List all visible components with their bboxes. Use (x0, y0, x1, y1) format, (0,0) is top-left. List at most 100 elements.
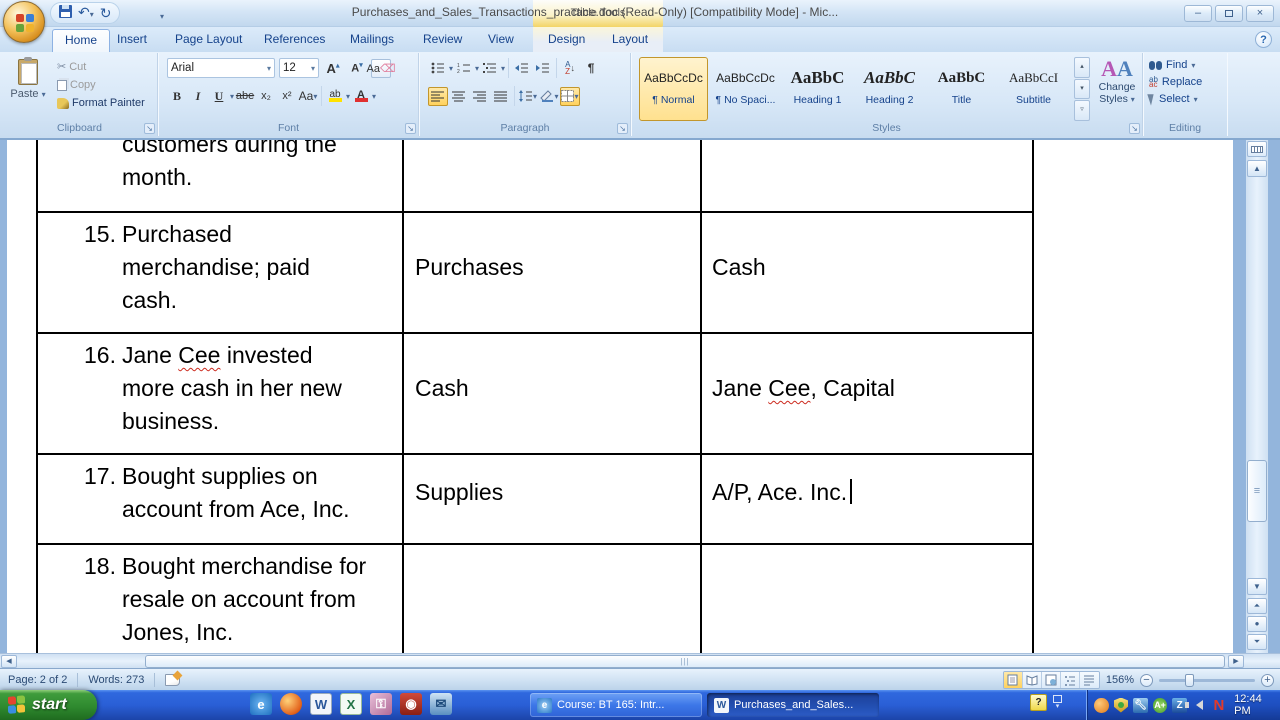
zoom-level[interactable]: 156% (1106, 674, 1134, 686)
italic-button[interactable]: I (188, 87, 208, 106)
taskbar-button-browser[interactable]: e Course: BT 165: Intr... (530, 693, 702, 717)
multilevel-dropdown-icon[interactable]: ▾ (501, 64, 505, 73)
paragraph-dialog-launcher[interactable]: ↘ (617, 123, 628, 134)
security-shield-icon[interactable] (1113, 697, 1129, 713)
borders-button[interactable]: ▾ (560, 86, 580, 106)
keychain-icon[interactable]: ⚿ (370, 693, 392, 715)
scroll-up-button[interactable]: ▲ (1247, 160, 1267, 177)
style-normal[interactable]: AaBbCcDc ¶ Normal (639, 57, 708, 121)
update-tray-icon[interactable] (1094, 697, 1109, 713)
clipboard-dialog-launcher[interactable]: ↘ (144, 123, 155, 134)
fullscreen-reading-view-button[interactable] (1022, 672, 1042, 688)
find-button[interactable]: Find ▾ (1149, 59, 1202, 71)
highlight-dropdown-icon[interactable]: ▾ (346, 92, 350, 101)
replace-button[interactable]: ab ac Replace (1149, 76, 1202, 89)
scroll-down-button[interactable]: ▼ (1247, 578, 1267, 595)
mail-app-icon[interactable]: ✉ (430, 693, 452, 715)
print-layout-view-button[interactable] (1003, 672, 1023, 688)
tab-view[interactable]: View (476, 29, 526, 52)
vertical-scroll-thumb[interactable] (1247, 460, 1267, 522)
style-heading2[interactable]: AaBbC Heading 2 (855, 57, 924, 121)
antivirus-tray-icon[interactable]: A+ (1152, 697, 1168, 713)
sort-button[interactable]: A Z ↓ (560, 59, 580, 78)
font-color-dropdown-icon[interactable]: ▾ (372, 92, 376, 101)
borders-dropdown-icon[interactable]: ▾ (574, 92, 578, 101)
help-button[interactable]: ? (1255, 31, 1272, 48)
change-styles-button[interactable]: AA Change Styles ▾ (1093, 57, 1141, 123)
word-icon[interactable]: W (310, 693, 332, 715)
bullets-button[interactable] (428, 59, 448, 78)
justify-button[interactable] (491, 87, 511, 106)
underline-button[interactable]: U (209, 87, 229, 106)
styles-gallery-expand-button[interactable]: ▿ (1074, 100, 1090, 122)
office-button[interactable] (3, 1, 45, 43)
tab-home[interactable]: Home (52, 29, 111, 52)
select-button[interactable]: Select ▾ (1147, 92, 1202, 106)
tab-design[interactable]: Design (536, 29, 597, 52)
horizontal-scrollbar[interactable]: ◀ ▶ (0, 653, 1280, 668)
increase-indent-button[interactable] (533, 59, 553, 78)
outline-view-button[interactable] (1060, 672, 1080, 688)
draft-view-button[interactable] (1079, 672, 1099, 688)
styles-scroll-down-button[interactable]: ▾ (1074, 78, 1090, 100)
vertical-scrollbar[interactable]: ▲ ▼ ⏶ ● ⏷ (1246, 140, 1268, 653)
align-center-button[interactable] (449, 87, 469, 106)
format-painter-button[interactable]: Format Painter (54, 96, 148, 110)
align-right-button[interactable] (470, 87, 490, 106)
superscript-button[interactable]: x² (277, 87, 297, 106)
show-marks-button[interactable]: ¶ (581, 59, 601, 78)
settings-wrench-icon[interactable]: 🔧︎ (1133, 697, 1148, 713)
highlight-button[interactable]: ab (325, 87, 345, 106)
taskbar-clock[interactable]: 12:44 PM (1234, 693, 1280, 717)
font-color-button[interactable]: A (351, 87, 371, 106)
style-title[interactable]: AaBbC Title (927, 57, 996, 121)
line-spacing-button[interactable]: ▾ (518, 87, 538, 106)
minimize-button[interactable]: – (1184, 5, 1212, 22)
change-case-button[interactable]: Aa ▾ (298, 87, 318, 106)
toolbar-expand-button[interactable]: ▾ (1053, 694, 1062, 711)
cut-button[interactable]: ✂ Cut (54, 59, 148, 74)
align-left-button[interactable] (428, 86, 448, 106)
copy-button[interactable]: Copy (54, 78, 148, 92)
zoom-slider[interactable] (1159, 673, 1255, 687)
page-indicator[interactable]: Page: 2 of 2 (8, 674, 67, 686)
tab-layout[interactable]: Layout (600, 29, 660, 52)
style-no-spacing[interactable]: AaBbCcDc ¶ No Spaci... (711, 57, 780, 121)
zoom-out-button[interactable]: − (1140, 673, 1153, 687)
ruler-toggle-button[interactable] (1247, 141, 1267, 157)
strikethrough-button[interactable]: abe (235, 87, 255, 106)
numbering-button[interactable]: 12 (454, 59, 474, 78)
word-count[interactable]: Words: 273 (88, 674, 144, 686)
help-balloon-icon[interactable]: ? (1030, 694, 1047, 711)
underline-dropdown-icon[interactable]: ▾ (230, 92, 234, 101)
taskbar-button-word[interactable]: W Purchases_and_Sales... (707, 693, 879, 717)
style-subtitle[interactable]: AaBbCcI Subtitle (999, 57, 1068, 121)
decrease-indent-button[interactable] (512, 59, 532, 78)
font-dialog-launcher[interactable]: ↘ (405, 123, 416, 134)
bullets-dropdown-icon[interactable]: ▾ (449, 64, 453, 73)
style-heading1[interactable]: AaBbC Heading 1 (783, 57, 852, 121)
shrink-font-button[interactable]: A▾ (347, 59, 367, 78)
tab-mailings[interactable]: Mailings (338, 29, 406, 52)
close-button[interactable]: × (1246, 5, 1274, 22)
tab-references[interactable]: References (252, 29, 337, 52)
styles-dialog-launcher[interactable]: ↘ (1129, 123, 1140, 134)
web-layout-view-button[interactable] (1041, 672, 1061, 688)
netsupport-tray-icon[interactable]: N (1212, 697, 1227, 714)
multilevel-list-button[interactable] (480, 59, 500, 78)
shading-button[interactable]: ▾ (539, 87, 559, 106)
font-size-combo[interactable]: 12 ▾ (279, 58, 319, 78)
tab-insert[interactable]: Insert (105, 29, 159, 52)
firefox-icon[interactable] (280, 693, 302, 715)
styles-scroll-up-button[interactable]: ▴ (1074, 57, 1090, 78)
paste-button[interactable]: Paste ▾ (8, 57, 48, 123)
bold-button[interactable]: B (167, 87, 187, 106)
grow-font-button[interactable]: A▴ (323, 59, 343, 78)
red-app-icon[interactable]: ◉ (400, 693, 422, 715)
document-page[interactable]: customers during the month. 15. Purchase… (7, 140, 1233, 653)
zoom-slider-thumb[interactable] (1185, 673, 1194, 687)
tab-page-layout[interactable]: Page Layout (163, 29, 254, 52)
restore-button[interactable] (1215, 5, 1243, 22)
volume-icon[interactable] (1184, 698, 1207, 713)
clear-formatting-button[interactable]: Aa⌫ (366, 58, 396, 78)
